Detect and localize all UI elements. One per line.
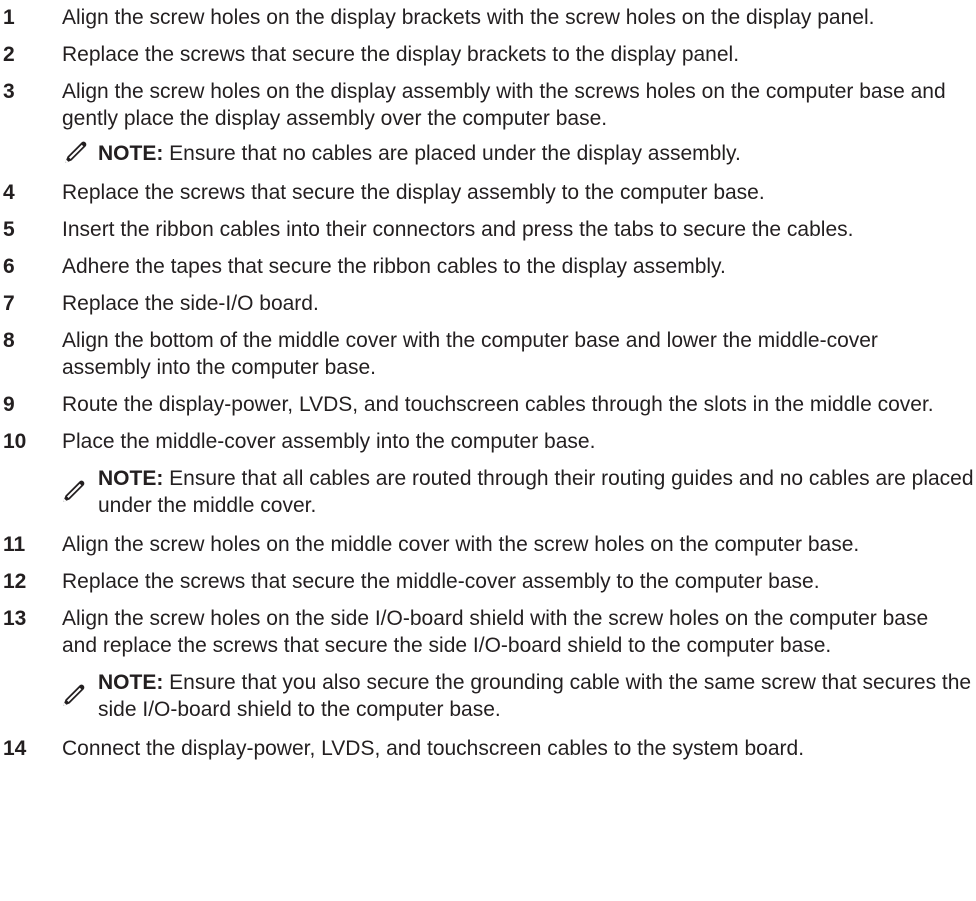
step-14: 14 Connect the display-power, LVDS, and … — [0, 735, 976, 762]
step-number: 1 — [3, 6, 15, 29]
step-6: 6 Adhere the tapes that secure the ribbo… — [0, 253, 976, 280]
step-number: 13 — [3, 607, 27, 630]
step-text: Replace the screws that secure the displ… — [62, 43, 740, 66]
note-1: NOTE: Ensure that no cables are placed u… — [0, 140, 976, 167]
step-text: Align the bottom of the middle cover wit… — [62, 329, 878, 379]
note-3: NOTE: Ensure that you also secure the gr… — [0, 669, 976, 723]
step-number: 11 — [3, 533, 26, 556]
note-text: Ensure that you also secure the groundin… — [98, 671, 972, 721]
step-text: Align the screw holes on the display bra… — [62, 6, 875, 29]
step-number: 9 — [3, 393, 15, 416]
step-number: 10 — [3, 430, 27, 453]
step-text: Adhere the tapes that secure the ribbon … — [62, 255, 726, 278]
note-label: NOTE: — [98, 671, 164, 694]
pencil-icon — [62, 683, 86, 707]
step-text: Insert the ribbon cables into their conn… — [62, 218, 854, 241]
note-label: NOTE: — [98, 467, 164, 490]
step-text: Align the screw holes on the display ass… — [62, 80, 946, 130]
step-text: Connect the display-power, LVDS, and tou… — [62, 737, 805, 760]
step-text: Replace the screws that secure the displ… — [62, 181, 765, 204]
step-13: 13 Align the screw holes on the side I/O… — [0, 605, 976, 659]
step-text: Route the display-power, LVDS, and touch… — [62, 393, 934, 416]
step-5: 5 Insert the ribbon cables into their co… — [0, 216, 976, 243]
step-12: 12 Replace the screws that secure the mi… — [0, 568, 976, 595]
step-text: Replace the side-I/O board. — [62, 292, 319, 315]
step-10: 10 Place the middle-cover assembly into … — [0, 428, 976, 455]
step-3: 3 Align the screw holes on the display a… — [0, 78, 976, 132]
note-label: NOTE: — [98, 142, 164, 165]
step-text: Align the screw holes on the side I/O-bo… — [62, 607, 929, 657]
step-9: 9 Route the display-power, LVDS, and tou… — [0, 391, 976, 418]
note-2: NOTE: Ensure that all cables are routed … — [0, 465, 976, 519]
step-1: 1 Align the screw holes on the display b… — [0, 4, 976, 31]
step-number: 14 — [3, 737, 27, 760]
step-number: 7 — [3, 292, 15, 315]
step-text: Replace the screws that secure the middl… — [62, 570, 820, 593]
note-text: Ensure that all cables are routed throug… — [98, 467, 974, 517]
step-11: 11 Align the screw holes on the middle c… — [0, 531, 976, 558]
step-text: Align the screw holes on the middle cove… — [62, 533, 860, 556]
step-number: 5 — [3, 218, 15, 241]
step-number: 6 — [3, 255, 15, 278]
step-4: 4 Replace the screws that secure the dis… — [0, 179, 976, 206]
pencil-icon — [62, 479, 86, 503]
step-7: 7 Replace the side-I/O board. — [0, 290, 976, 317]
step-number: 12 — [3, 570, 27, 593]
step-2: 2 Replace the screws that secure the dis… — [0, 41, 976, 68]
note-text: Ensure that no cables are placed under t… — [163, 142, 741, 165]
step-number: 2 — [3, 43, 15, 66]
instruction-document: 1 Align the screw holes on the display b… — [0, 4, 976, 772]
step-number: 4 — [3, 181, 15, 204]
pencil-icon — [64, 140, 88, 164]
step-number: 3 — [3, 80, 15, 103]
step-text: Place the middle-cover assembly into the… — [62, 430, 596, 453]
step-8: 8 Align the bottom of the middle cover w… — [0, 327, 976, 381]
step-number: 8 — [3, 329, 15, 352]
